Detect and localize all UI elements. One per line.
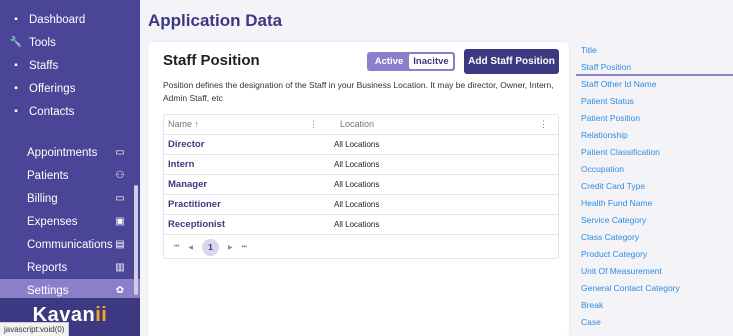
position-name-link[interactable]: Intern: [164, 159, 324, 170]
app-data-link[interactable]: Service Category: [576, 212, 733, 229]
app-data-link[interactable]: General Contact Category: [576, 280, 733, 297]
chat-icon: ▤: [115, 239, 125, 250]
card-icon: ▭: [115, 193, 125, 204]
calendar-icon: ▭: [115, 147, 125, 158]
app-data-link[interactable]: Product Category: [576, 246, 733, 263]
wrench-icon: 🔧: [9, 37, 23, 48]
first-page-icon[interactable]: ⏮: [174, 244, 179, 251]
sidebar-item-patients[interactable]: Patients ⚇: [0, 164, 140, 187]
dashboard-icon: ▪: [14, 14, 18, 25]
position-name-link[interactable]: Director: [164, 139, 324, 150]
position-name-link[interactable]: Practitioner: [164, 199, 324, 210]
app-data-link[interactable]: Patient Position: [576, 110, 733, 127]
last-page-icon[interactable]: ⏭: [242, 244, 247, 251]
location-column-header[interactable]: Location ⋮: [324, 119, 558, 130]
app-data-link[interactable]: Credit Card Type: [576, 178, 733, 195]
toggle-active[interactable]: Active: [369, 54, 409, 69]
gift-icon: ▪: [14, 83, 18, 94]
table-row[interactable]: Director All Locations: [164, 135, 558, 155]
card-title: Staff Position: [163, 52, 260, 69]
sidebar-item-billing[interactable]: Billing ▭: [0, 187, 140, 210]
sidebar-item-communications[interactable]: Communications ▤: [0, 233, 140, 256]
position-location: All Locations: [334, 180, 380, 189]
pagination: ⏮ ◀ 1 ▶ ⏭: [164, 235, 558, 259]
sidebar-item-expenses[interactable]: Expenses ▣: [0, 210, 140, 233]
app-data-link[interactable]: Case: [576, 314, 733, 331]
app-data-link[interactable]: Title: [576, 42, 733, 59]
add-staff-position-button[interactable]: Add Staff Position: [464, 49, 559, 74]
sidebar-item-appointments[interactable]: Appointments ▭: [0, 141, 140, 164]
app-data-link[interactable]: Patient Classification: [576, 144, 733, 161]
sidebar-item-label: Dashboard: [29, 13, 86, 26]
app-data-link[interactable]: Staff Other Id Name: [576, 76, 733, 93]
sidebar-item-dashboard[interactable]: ▪ Dashboard: [0, 8, 140, 31]
active-inactive-toggle[interactable]: Active Inacitve: [367, 52, 455, 71]
table-row[interactable]: Manager All Locations: [164, 175, 558, 195]
sidebar-item-offerings[interactable]: ▪ Offerings: [0, 77, 140, 100]
app-data-link[interactable]: Class Category: [576, 229, 733, 246]
app-data-link[interactable]: Patient Status: [576, 93, 733, 110]
table-header: Name ↑ ⋮ Location ⋮: [164, 115, 558, 135]
sidebar-item-label: Reports: [27, 261, 68, 274]
sidebar-item-label: Contacts: [29, 105, 75, 118]
staff-position-card: Staff Position Active Inacitve Add Staff…: [148, 42, 569, 336]
sidebar-item-label: Appointments: [27, 146, 98, 159]
table-row[interactable]: Practitioner All Locations: [164, 195, 558, 215]
app-data-link[interactable]: Occupation: [576, 161, 733, 178]
position-location: All Locations: [334, 140, 380, 149]
table-row[interactable]: Receptionist All Locations: [164, 215, 558, 235]
app-data-link[interactable]: Staff Position: [576, 59, 733, 76]
position-name-link[interactable]: Receptionist: [164, 219, 324, 230]
app-data-link[interactable]: Unit Of Measurement: [576, 263, 733, 280]
sidebar-top-menu: ▪ Dashboard 🔧 Tools ▪ Staffs ▪ Offerings ▪ Contac…: [0, 0, 140, 123]
next-page-icon[interactable]: ▶: [228, 244, 233, 251]
sidebar-item-label: Offerings: [29, 82, 76, 95]
sidebar-item-label: Billing: [27, 192, 58, 205]
position-location: All Locations: [334, 200, 380, 209]
sidebar-item-label: Communications: [27, 238, 113, 251]
sidebar-item-label: Patients: [27, 169, 69, 182]
contacts-icon: ▪: [14, 106, 18, 117]
sidebar-item-staffs[interactable]: ▪ Staffs: [0, 54, 140, 77]
expense-icon: ▣: [115, 216, 125, 227]
table-body: Director All Locations Intern All Locations…: [164, 135, 558, 235]
app-data-link[interactable]: Break: [576, 297, 733, 314]
sidebar-item-label: Staffs: [29, 59, 59, 72]
sidebar-item-contacts[interactable]: ▪ Contacts: [0, 100, 140, 123]
toggle-inactive[interactable]: Inacitve: [409, 54, 453, 69]
sidebar-sub-menu: Appointments ▭ Patients ⚇ Billing ▭ Expenses ▣ C…: [0, 141, 140, 302]
app-data-link[interactable]: Health Fund Name: [576, 195, 733, 212]
position-location: All Locations: [334, 220, 380, 229]
sidebar-item-label: Tools: [29, 36, 56, 49]
people-icon: ⚇: [115, 170, 125, 181]
position-name-link[interactable]: Manager: [164, 179, 324, 190]
staff-position-table: Name ↑ ⋮ Location ⋮ Director All Location…: [163, 114, 559, 259]
prev-page-icon[interactable]: ◀: [188, 244, 193, 251]
table-row[interactable]: Intern All Locations: [164, 155, 558, 175]
sidebar-item-label: Settings: [27, 284, 69, 297]
sidebar-scrollbar[interactable]: [134, 185, 138, 295]
sidebar-item-tools[interactable]: 🔧 Tools: [0, 31, 140, 54]
status-bar-url: javascript:void(0): [0, 322, 70, 336]
gear-icon: ✿: [115, 285, 125, 296]
position-location: All Locations: [334, 160, 380, 169]
staff-icon: ▪: [14, 60, 18, 71]
location-header-label: Location: [340, 119, 375, 129]
name-header-label: Name ↑: [168, 119, 200, 129]
column-menu-icon[interactable]: ⋮: [539, 119, 548, 130]
application-data-list: Title Staff Position Staff Other Id Name Pa…: [576, 42, 733, 331]
card-description: Position defines the designation of the …: [163, 80, 554, 103]
app-data-link[interactable]: Relationship: [576, 127, 733, 144]
sidebar-item-label: Expenses: [27, 215, 78, 228]
report-icon: ▥: [115, 262, 125, 273]
page-number-button[interactable]: 1: [202, 238, 220, 256]
sidebar-item-reports[interactable]: Reports ▥: [0, 256, 140, 279]
page-title: Application Data: [148, 11, 283, 30]
sidebar: ▪ Dashboard 🔧 Tools ▪ Staffs ▪ Offerings ▪ Contac…: [0, 0, 140, 336]
column-menu-icon[interactable]: ⋮: [309, 119, 318, 130]
name-column-header[interactable]: Name ↑ ⋮: [164, 119, 324, 130]
